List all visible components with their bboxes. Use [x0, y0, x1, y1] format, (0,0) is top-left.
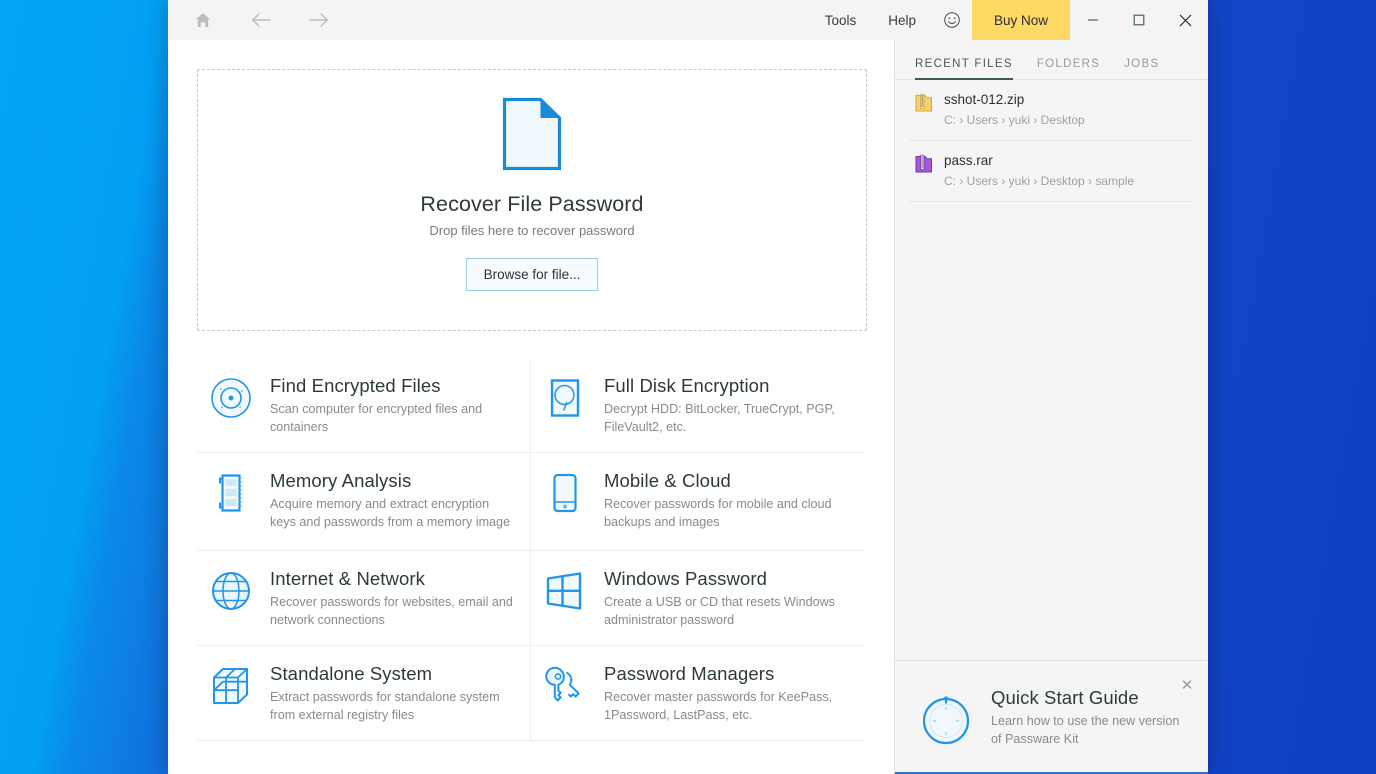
globe-network-icon [209, 568, 253, 614]
tab-jobs[interactable]: JOBS [1124, 58, 1159, 80]
file-name: sshot-012.zip [944, 92, 1025, 107]
tile-standalone-system[interactable]: Standalone System Extract passwords for … [197, 646, 531, 742]
tile-description: Recover passwords for websites, email an… [270, 595, 513, 628]
drop-zone[interactable]: Recover File Password Drop files here to… [197, 69, 867, 331]
tile-title: Full Disk Encryption [604, 375, 770, 396]
file-name: pass.rar [944, 152, 993, 168]
tile-title: Memory Analysis [270, 470, 412, 492]
main-content: Recover File Password Drop files here to… [168, 40, 894, 774]
navigation-icons [186, 0, 336, 40]
maximize-button[interactable] [1116, 0, 1162, 40]
radar-target-icon [209, 375, 253, 421]
windows-logo-icon [543, 568, 587, 614]
document-file-icon [502, 97, 562, 176]
memory-ram-stick-icon [209, 470, 253, 516]
quick-start-description: Learn how to use the new version of Pass… [991, 713, 1180, 746]
recent-files-list: sshot-012.zip C: › Users › yuki › Deskto… [895, 80, 1208, 202]
tile-description: Recover master passwords for KeePass, 1P… [604, 690, 833, 723]
minimize-button[interactable] [1070, 0, 1116, 40]
desktop-background: Tools Help Buy Now Recover File Password… [0, 0, 1376, 774]
tile-description: Create a USB or CD that resets Windows a… [604, 595, 835, 628]
mobile-phone-icon [543, 470, 587, 516]
tile-internet-and-network[interactable]: Internet & Network Recover passwords for… [197, 551, 531, 647]
tile-title: Mobile & Cloud [604, 470, 731, 492]
tools-menu[interactable]: Tools [809, 0, 873, 40]
tab-folders[interactable]: FOLDERS [1037, 58, 1100, 80]
close-icon[interactable]: ✕ [1177, 675, 1197, 695]
file-path: C: › Users › yuki › Desktop [944, 112, 1085, 127]
arrow-left-icon[interactable] [244, 3, 278, 37]
arrow-right-icon[interactable] [302, 3, 336, 37]
help-menu[interactable]: Help [872, 0, 932, 40]
smiley-face-icon[interactable] [932, 0, 972, 40]
tile-find-encrypted-files[interactable]: Find Encrypted Files Scan computer for e… [197, 358, 531, 454]
feature-tiles: Find Encrypted Files Scan computer for e… [197, 358, 865, 742]
buy-now-button[interactable]: Buy Now [972, 0, 1070, 40]
tile-description: Recover passwords for mobile and cloud b… [604, 497, 832, 530]
tile-title: Find Encrypted Files [270, 375, 441, 396]
cube-blocks-icon [209, 663, 253, 709]
drop-zone-subtitle: Drop files here to recover password [429, 223, 635, 238]
hard-disk-icon [543, 375, 587, 421]
tile-title: Internet & Network [270, 568, 426, 590]
home-icon[interactable] [186, 3, 220, 37]
tab-recent-files[interactable]: RECENT FILES [915, 58, 1013, 80]
title-bar: Tools Help Buy Now [168, 0, 1208, 40]
tile-full-disk-encryption[interactable]: Full Disk Encryption Decrypt HDD: BitLoc… [531, 358, 865, 454]
feature-tile-grid: Find Encrypted Files Scan computer for e… [197, 358, 865, 742]
close-button[interactable] [1162, 0, 1208, 40]
drop-zone-title: Recover File Password [420, 192, 644, 216]
compass-icon [917, 689, 975, 747]
list-item[interactable]: pass.rar C: › Users › yuki › Desktop › s… [909, 141, 1194, 202]
tile-windows-password[interactable]: Windows Password Create a USB or CD that… [531, 551, 865, 647]
rar-archive-icon [915, 154, 933, 174]
file-path: C: › Users › yuki › Desktop › sample [944, 173, 1135, 188]
tile-description: Acquire memory and extract encryption ke… [270, 497, 511, 530]
tile-title: Password Managers [604, 663, 775, 685]
quick-start-title: Quick Start Guide [991, 686, 1139, 708]
sidebar-panel: RECENT FILES FOLDERS JOBS sshot-012.zip [894, 40, 1208, 774]
tile-description: Scan computer for encrypted files and co… [270, 402, 483, 435]
list-item[interactable]: sshot-012.zip C: › Users › yuki › Deskto… [909, 80, 1194, 141]
tile-description: Extract passwords for standalone system … [270, 690, 500, 723]
tile-password-managers[interactable]: Password Managers Recover master passwor… [531, 646, 865, 742]
zip-archive-icon [915, 93, 933, 113]
sidebar-tabs: RECENT FILES FOLDERS JOBS [895, 40, 1208, 80]
title-bar-right: Tools Help Buy Now [809, 0, 1208, 40]
tile-description: Decrypt HDD: BitLocker, TrueCrypt, PGP, … [604, 402, 835, 435]
quick-start-guide-panel[interactable]: Quick Start Guide Learn how to use the n… [895, 660, 1208, 774]
application-window: Tools Help Buy Now Recover File Password… [168, 0, 1208, 774]
keys-icon [543, 663, 587, 709]
browse-for-file-button[interactable]: Browse for file... [465, 258, 599, 291]
tile-memory-analysis[interactable]: Memory Analysis Acquire memory and extra… [197, 453, 531, 552]
tile-title: Standalone System [270, 663, 433, 685]
tile-title: Windows Password [604, 568, 768, 590]
tile-mobile-and-cloud[interactable]: Mobile & Cloud Recover passwords for mob… [531, 453, 865, 552]
